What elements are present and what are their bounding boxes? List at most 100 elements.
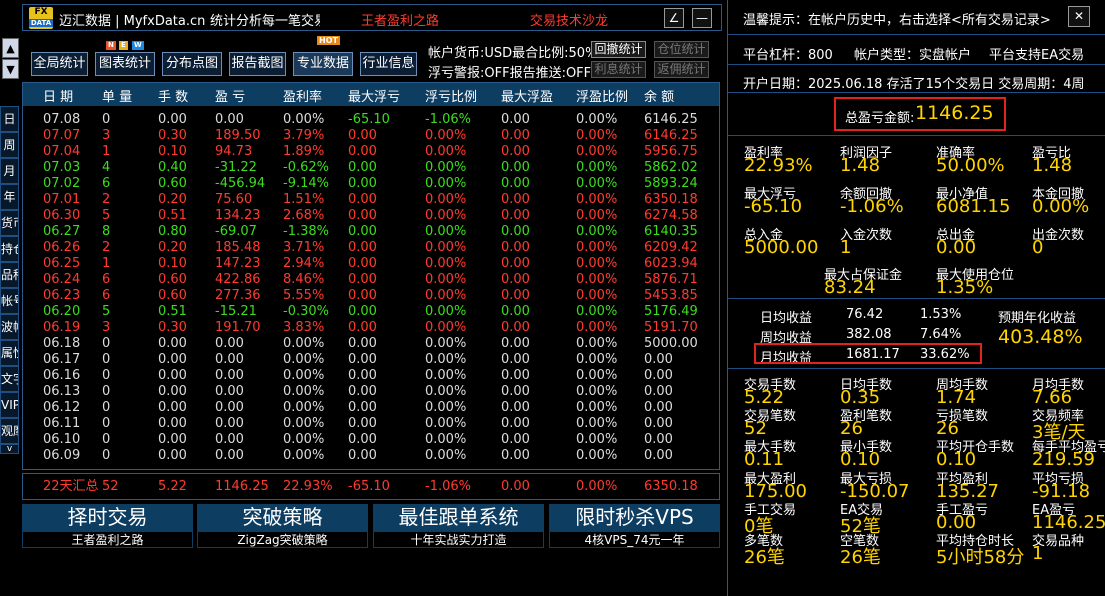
table-cell: 0.00% xyxy=(425,144,467,159)
side-tab-more-icon[interactable]: v xyxy=(0,444,19,454)
table-cell: 0.00 xyxy=(348,352,377,367)
table-cell: 06.20 xyxy=(43,304,81,319)
side-tab-11[interactable]: VIP xyxy=(0,392,19,418)
table-cell: -1.06% xyxy=(425,112,471,127)
avg-l: 日均收益 xyxy=(760,311,813,326)
banner-vps-sale[interactable]: 限时秒杀VPS 4核VPS_74元一年 xyxy=(549,504,720,548)
column-header[interactable]: 浮亏比例 xyxy=(425,86,477,105)
table-cell: 0.00 xyxy=(215,352,244,367)
table-row[interactable]: 07.01 2 0.20 75.60 1.51% 0.00 0.00% 0.00 0.00% 63… xyxy=(23,192,719,208)
btn-interest-stats[interactable]: 利息统计 xyxy=(591,61,646,78)
table-cell: 0.00 xyxy=(215,112,244,127)
side-tab-2[interactable]: 月 xyxy=(0,158,19,184)
table-cell: 0.30 xyxy=(158,128,187,143)
column-header[interactable]: 余 额 xyxy=(644,86,674,105)
table-row[interactable]: 06.11 0 0.00 0.00 0.00% 0.00 0.00% 0.00 0.00% 0.0… xyxy=(23,416,719,432)
annual-label: 预期年化收益 xyxy=(998,311,1077,326)
side-tab-9[interactable]: 属性 xyxy=(0,340,19,366)
table-cell: 134.23 xyxy=(215,208,261,223)
table-cell: 0.20 xyxy=(158,192,187,207)
banner-breakout-strategy[interactable]: 突破策略 ZigZag突破策略 xyxy=(197,504,368,548)
table-cell: 0.00 xyxy=(644,432,673,447)
table-row[interactable]: 07.03 4 0.40 -31.22 -0.62% 0.00 0.00% 0.00 0.00%… xyxy=(23,160,719,176)
table-cell: 06.24 xyxy=(43,272,81,287)
table-row[interactable]: 07.02 6 0.60 -456.94 -9.14% 0.00 0.00% 0.00 0.00… xyxy=(23,176,719,192)
column-header[interactable]: 单 量 xyxy=(102,86,132,105)
btn-commission-stats[interactable]: 返佣统计 xyxy=(654,61,709,78)
table-cell: 6274.58 xyxy=(644,208,698,223)
close-icon[interactable]: ✕ xyxy=(1068,6,1090,27)
table-cell: 0.00 xyxy=(501,144,530,159)
side-tab-10[interactable]: 文字 xyxy=(0,366,19,392)
currency-info: 帐户货币:USD最合比例:50% xyxy=(428,46,598,61)
btn-global-stats[interactable]: 全局统计 xyxy=(31,52,88,76)
minimize-button[interactable]: — xyxy=(692,8,712,28)
table-cell: 0.00 xyxy=(348,416,377,431)
side-tab-6[interactable]: 品种 xyxy=(0,262,19,288)
table-row[interactable]: 06.27 8 0.80 -69.07 -1.38% 0.00 0.00% 0.00 0.00%… xyxy=(23,224,719,240)
column-header[interactable]: 日 期 xyxy=(43,86,73,105)
column-header[interactable]: 盈利率 xyxy=(283,86,322,105)
table-row[interactable]: 06.23 6 0.60 277.36 5.55% 0.00 0.00% 0.00 0.00% 5… xyxy=(23,288,719,304)
btn-position-stats[interactable]: 仓位统计 xyxy=(654,41,709,58)
table-cell: 0.30 xyxy=(158,320,187,335)
table-cell: 0.00 xyxy=(348,160,377,175)
side-tab-8[interactable]: 波幅 xyxy=(0,314,19,340)
btn-pro-data[interactable]: 专业数据 xyxy=(293,52,353,76)
column-header[interactable]: 手 数 xyxy=(158,86,188,105)
side-tab-3[interactable]: 年 xyxy=(0,184,19,210)
table-row[interactable]: 06.20 5 0.51 -15.21 -0.30% 0.00 0.00% 0.00 0.00%… xyxy=(23,304,719,320)
btn-report-screenshot[interactable]: 报告截图 xyxy=(229,52,286,76)
table-row[interactable]: 06.10 0 0.00 0.00 0.00% 0.00 0.00% 0.00 0.00% 0.0… xyxy=(23,432,719,448)
table-row[interactable]: 07.07 3 0.30 189.50 3.79% 0.00 0.00% 0.00 0.00% 6… xyxy=(23,128,719,144)
link-profit-road[interactable]: 王者盈利之路 xyxy=(361,10,439,29)
column-header[interactable]: 盈 亏 xyxy=(215,86,245,105)
column-header[interactable]: 浮盈比例 xyxy=(576,86,628,105)
table-row[interactable]: 06.17 0 0.00 0.00 0.00% 0.00 0.00% 0.00 0.00% 0.0… xyxy=(23,352,719,368)
stat-value: 5小时58分 xyxy=(936,547,1025,568)
table-cell: 5 xyxy=(102,304,111,319)
table-cell: 06.09 xyxy=(43,448,81,463)
table-cell: 0.00% xyxy=(576,208,618,223)
table-cell: 0.00 xyxy=(501,384,530,399)
btn-drawdown-stats[interactable]: 回撤统计 xyxy=(591,41,646,58)
btn-industry-info[interactable]: 行业信息 xyxy=(360,52,417,76)
btn-chart-stats[interactable]: 图表统计 xyxy=(95,52,155,76)
scroll-up-arrow-icon[interactable]: ▲ xyxy=(2,38,19,58)
table-cell: 75.60 xyxy=(215,192,253,207)
side-tab-5[interactable]: 持仓 xyxy=(0,236,19,262)
table-cell: 0.00 xyxy=(348,368,377,383)
table-cell: 5.55% xyxy=(283,288,325,303)
table-row[interactable]: 06.12 0 0.00 0.00 0.00% 0.00 0.00% 0.00 0.00% 0.0… xyxy=(23,400,719,416)
table-row[interactable]: 06.25 1 0.10 147.23 2.94% 0.00 0.00% 0.00 0.00% 6… xyxy=(23,256,719,272)
table-row[interactable]: 07.04 1 0.10 94.73 1.89% 0.00 0.00% 0.00 0.00% 59… xyxy=(23,144,719,160)
table-cell: 0.00 xyxy=(348,448,377,463)
divider xyxy=(728,135,1105,136)
table-row[interactable]: 06.26 2 0.20 185.48 3.71% 0.00 0.00% 0.00 0.00% 6… xyxy=(23,240,719,256)
table-row[interactable]: 06.16 0 0.00 0.00 0.00% 0.00 0.00% 0.00 0.00% 0.0… xyxy=(23,368,719,384)
column-header[interactable]: 最大浮亏 xyxy=(348,86,400,105)
link-trading-salon[interactable]: 交易技术沙龙 xyxy=(530,10,608,29)
banner-timing-trade[interactable]: 择时交易 王者盈利之路 xyxy=(22,504,193,548)
table-row[interactable]: 06.13 0 0.00 0.00 0.00% 0.00 0.00% 0.00 0.00% 0.0… xyxy=(23,384,719,400)
table-cell: 0.00 xyxy=(501,128,530,143)
side-tab-7[interactable]: 帐号 xyxy=(0,288,19,314)
side-tab-4[interactable]: 货币 xyxy=(0,210,19,236)
column-header[interactable]: 最大浮盈 xyxy=(501,86,553,105)
table-cell: 0.00% xyxy=(576,352,618,367)
side-tab-12[interactable]: 观摩 xyxy=(0,418,19,444)
table-row[interactable]: 06.09 0 0.00 0.00 0.00% 0.00 0.00% 0.00 0.00% 0.0… xyxy=(23,448,719,464)
table-row[interactable]: 06.30 5 0.51 134.23 2.68% 0.00 0.00% 0.00 0.00% 6… xyxy=(23,208,719,224)
side-tab-1[interactable]: 周 xyxy=(0,132,19,158)
scroll-down-arrow-icon[interactable]: ▼ xyxy=(2,59,19,79)
side-tab-0[interactable]: 日 xyxy=(0,106,19,132)
table-row[interactable]: 07.08 0 0.00 0.00 0.00% -65.10 -1.06% 0.00 0.00%… xyxy=(23,112,719,128)
banner-copy-trading[interactable]: 最佳跟单系统 十年实战实力打造 xyxy=(373,504,544,548)
table-row[interactable]: 06.19 3 0.30 191.70 3.83% 0.00 0.00% 0.00 0.00% 5… xyxy=(23,320,719,336)
table-row[interactable]: 06.18 0 0.00 0.00 0.00% 0.00 0.00% 0.00 0.00% 500… xyxy=(23,336,719,352)
edit-button[interactable]: ∠ xyxy=(664,8,684,28)
table-row[interactable]: 06.24 6 0.60 422.86 8.46% 0.00 0.00% 0.00 0.00% 5… xyxy=(23,272,719,288)
btn-distribution-plot[interactable]: 分布点图 xyxy=(162,52,222,76)
table-cell: 5956.75 xyxy=(644,144,698,159)
stats-panel: 温馨提示：在帐户历史中，右击选择<所有交易记录> ✕ 平台杠杆：800 帐户类型… xyxy=(727,0,1105,596)
